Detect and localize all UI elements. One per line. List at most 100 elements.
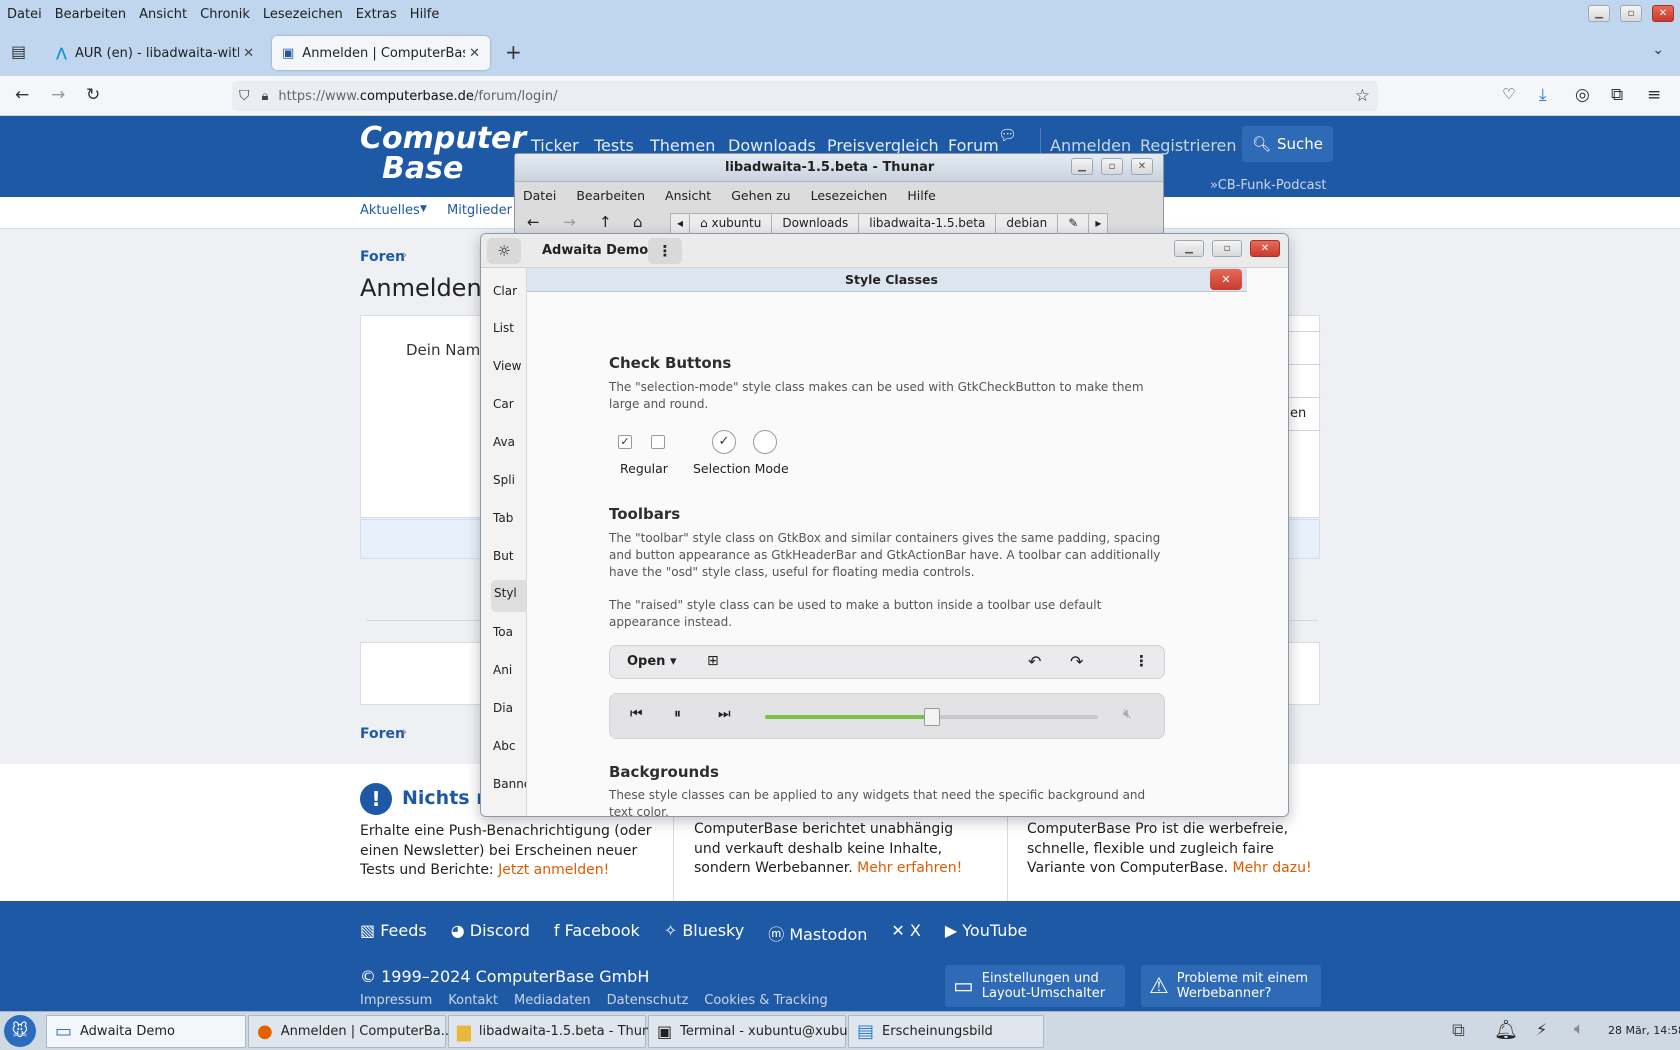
skip-forward-icon[interactable]: ⏭ <box>718 706 731 722</box>
xfce-menu-icon[interactable]: 🐭︎ <box>4 1015 36 1047</box>
computerbase-logo[interactable]: Computer Base <box>360 124 526 184</box>
pause-icon[interactable]: ⏸ <box>674 706 681 722</box>
clock[interactable]: 28 Mär, 14:58 <box>1608 1024 1680 1037</box>
social-x[interactable]: ✕ X <box>891 921 920 945</box>
login-button[interactable]: en <box>1285 397 1321 431</box>
task-adwaita-demo[interactable]: ▭ Adwaita Demo <box>46 1015 246 1048</box>
task-terminal[interactable]: ▣ Terminal - xubuntu@xubu... <box>648 1015 860 1048</box>
thunar-menu-lesezeichen[interactable]: Lesezeichen <box>811 188 888 203</box>
path-downloads[interactable]: Downloads <box>772 214 860 234</box>
path-xubuntu[interactable]: ⌂ xubuntu <box>690 214 773 234</box>
back-icon[interactable]: ← <box>15 85 29 105</box>
social-facebook[interactable]: f Facebook <box>554 921 640 945</box>
minimize-button[interactable]: ▁ <box>1071 158 1093 175</box>
chevron-down-icon[interactable]: ⌄ <box>1652 42 1664 58</box>
task-firefox[interactable]: ● Anmelden | ComputerBa... <box>248 1015 453 1048</box>
main-menu-icon[interactable]: ⋮ <box>648 238 682 264</box>
social-discord[interactable]: ◕ Discord <box>451 921 530 945</box>
path-left-icon[interactable]: ◂ <box>671 214 691 234</box>
menu-datei[interactable]: Datei <box>7 7 42 22</box>
thunar-menu-hilfe[interactable]: Hilfe <box>907 188 935 203</box>
breadcrumb-bottom[interactable]: Foren <box>360 726 405 742</box>
regular-check-unchecked[interactable] <box>651 435 665 449</box>
url-bar[interactable]: ⛉ 🔒︎ https://www. computerbase.de/forum/l… <box>232 81 1378 111</box>
path-debian[interactable]: debian <box>996 214 1059 234</box>
forward-icon[interactable]: → <box>563 213 576 231</box>
tab-aur[interactable]: ⋀ AUR (en) - libadwaita-without ✕ <box>46 36 264 70</box>
path-right-icon[interactable]: ▸ <box>1089 214 1107 234</box>
footer-datenschutz[interactable]: Datenschutz <box>607 993 689 1008</box>
slider-handle[interactable] <box>923 708 940 726</box>
path-libadwaita[interactable]: libadwaita-1.5.beta <box>859 214 997 234</box>
menu-extras[interactable]: Extras <box>356 7 397 22</box>
bookmark-star-icon[interactable]: ☆ <box>1355 86 1370 106</box>
info2-link[interactable]: Mehr erfahren! <box>857 860 962 876</box>
minimize-button[interactable]: ▁ <box>1174 240 1204 257</box>
undo-icon[interactable]: ↶ <box>1028 652 1041 671</box>
selection-check-checked[interactable]: ✓ <box>712 430 736 454</box>
social-feeds[interactable]: ▧ Feeds <box>360 921 427 945</box>
selection-check-unchecked[interactable] <box>753 430 777 454</box>
maximize-button[interactable]: ▫ <box>1101 158 1123 175</box>
task-thunar[interactable]: ▆ libadwaita-1.5.beta - Thun... <box>448 1015 663 1048</box>
social-mastodon[interactable]: ⓜ Mastodon <box>768 921 867 945</box>
task-appearance[interactable]: ▤ Erscheinungsbild <box>848 1015 1044 1048</box>
reload-icon[interactable]: ↻ <box>86 85 100 105</box>
menu-bearbeiten[interactable]: Bearbeiten <box>55 7 126 22</box>
maximize-button[interactable]: ▫ <box>1620 5 1642 22</box>
new-tab-icon[interactable]: ⊞ <box>707 653 719 669</box>
hamburger-menu-icon[interactable]: ≡ <box>1647 85 1661 105</box>
subnav-mitglieder[interactable]: Mitglieder <box>447 203 512 218</box>
close-tab-icon[interactable]: ✕ <box>243 46 254 61</box>
social-youtube[interactable]: ▶ YouTube <box>945 921 1027 945</box>
new-tab-icon[interactable]: + <box>505 40 522 64</box>
power-icon[interactable]: ⚡ <box>1536 1020 1547 1039</box>
download-icon[interactable]: ⤓ <box>1539 85 1547 105</box>
open-menu-button[interactable]: Open ▾ <box>627 654 677 669</box>
subnav-podcast[interactable]: »CB-Funk-Podcast <box>1210 178 1326 193</box>
subnav-aktuelles[interactable]: Aktuelles <box>360 203 420 218</box>
sidebar-item-style-classes[interactable]: Styl <box>491 580 529 612</box>
minimize-button[interactable]: ▁ <box>1588 5 1610 22</box>
shield-icon[interactable]: ⛉ <box>239 88 250 104</box>
close-button[interactable]: ✕ <box>1131 158 1153 175</box>
footer-impressum[interactable]: Impressum <box>360 993 432 1008</box>
media-slider[interactable] <box>765 708 1098 726</box>
network-icon[interactable]: ⧉ <box>1452 1020 1465 1041</box>
thunar-menu-gehen-zu[interactable]: Gehen zu <box>731 188 790 203</box>
menu-chronik[interactable]: Chronik <box>200 7 250 22</box>
pocket-icon[interactable]: ♡ <box>1502 85 1515 103</box>
extensions-icon[interactable]: ⧉ <box>1611 85 1623 105</box>
menu-ansicht[interactable]: Ansicht <box>139 7 187 22</box>
redo-icon[interactable]: ↷ <box>1070 652 1083 671</box>
settings-layout-button[interactable]: ▭ Einstellungen und Layout-Umschalter <box>945 965 1125 1007</box>
dialog-close-icon[interactable]: ✕ <box>1210 269 1242 290</box>
name-input[interactable] <box>1285 331 1321 365</box>
info1-link[interactable]: Jetzt anmelden! <box>498 862 609 878</box>
volume-icon[interactable]: 🔈︎ <box>1574 1019 1584 1039</box>
menu-lesezeichen[interactable]: Lesezeichen <box>263 7 343 22</box>
volume-muted-icon[interactable]: 🔇︎ <box>1123 706 1132 722</box>
tab-list-icon[interactable]: ▤ <box>11 42 26 61</box>
footer-cookies[interactable]: Cookies & Tracking <box>704 993 827 1008</box>
skip-backward-icon[interactable]: ⏮ <box>630 706 643 722</box>
maximize-button[interactable]: ▫ <box>1212 240 1242 257</box>
chat-icon[interactable]: 💬︎ <box>998 126 1017 144</box>
theme-toggle-icon[interactable]: ☼ <box>487 238 521 264</box>
up-icon[interactable]: ↑ <box>599 213 612 231</box>
regular-check-checked[interactable]: ✓ <box>618 435 632 449</box>
close-tab-icon[interactable]: ✕ <box>469 46 480 61</box>
close-button[interactable]: ✕ <box>1652 5 1674 22</box>
more-icon[interactable]: ⋮ <box>1134 652 1149 670</box>
menu-hilfe[interactable]: Hilfe <box>410 7 440 22</box>
thunar-menu-ansicht[interactable]: Ansicht <box>665 188 711 203</box>
notification-bell-icon[interactable]: 🔔︎ <box>1494 1018 1518 1041</box>
back-icon[interactable]: ← <box>527 213 540 231</box>
info3-link[interactable]: Mehr dazu! <box>1232 860 1311 876</box>
tab-computerbase[interactable]: ▣ Anmelden | ComputerBase F ✕ <box>272 36 490 70</box>
footer-mediadaten[interactable]: Mediadaten <box>514 993 591 1008</box>
account-icon[interactable]: ◎ <box>1575 85 1590 105</box>
thunar-menu-bearbeiten[interactable]: Bearbeiten <box>576 188 645 203</box>
ad-problem-button[interactable]: ⚠ Probleme mit einem Werbebanner? <box>1141 965 1321 1007</box>
edit-path-icon[interactable]: ✎ <box>1058 214 1090 234</box>
